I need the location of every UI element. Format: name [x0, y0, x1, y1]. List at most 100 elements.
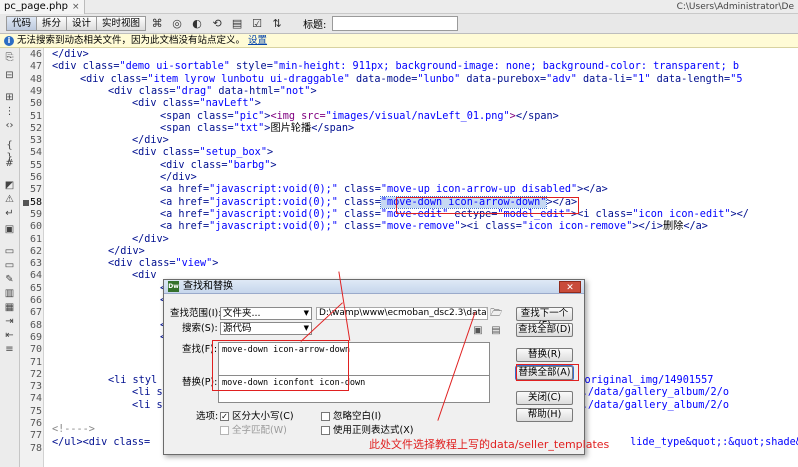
- code-line: </div>: [52, 49, 89, 60]
- find-textarea[interactable]: move-down icon-arrow-down: [218, 342, 490, 376]
- line-number: 70: [29, 344, 42, 356]
- folder-icon[interactable]: 🗁: [490, 308, 502, 319]
- search-type-select[interactable]: 源代码 ▼: [220, 322, 312, 335]
- line-number: 53: [29, 135, 42, 147]
- apply-comment-icon[interactable]: ▭: [3, 246, 16, 258]
- help-button[interactable]: 帮助(H): [516, 408, 573, 422]
- design-view-button[interactable]: 设计: [66, 16, 98, 31]
- code-line: <div class="drag" data-html="not">: [108, 85, 317, 97]
- code-line: <div class="setup_box">: [132, 147, 274, 159]
- line-number: 63: [29, 258, 42, 270]
- recent-snippets-icon[interactable]: ▥: [3, 288, 16, 300]
- line-number: 76: [29, 418, 42, 429]
- code-line: <span class="pic"><img src="images/visua…: [160, 110, 559, 122]
- document-tab[interactable]: pc_page.php ×: [0, 0, 85, 14]
- load-query-icon[interactable]: ▤: [490, 325, 502, 336]
- info-message: 无法搜索到动态相关文件，因为此文档没有站点定义。: [17, 35, 246, 46]
- move-css-icon[interactable]: ▦: [3, 302, 16, 314]
- selected-text[interactable]: "move-down icon-arrow-down": [379, 195, 548, 209]
- ignore-whitespace-checkbox[interactable]: [321, 412, 330, 421]
- browser-preview-icon[interactable]: ◐: [189, 16, 205, 31]
- line-number: 60: [29, 221, 42, 233]
- line-number: 51: [29, 110, 42, 122]
- inspect-icon[interactable]: ◎: [169, 16, 185, 31]
- save-query-icon[interactable]: ▣: [472, 325, 484, 336]
- line-number: 66: [29, 295, 42, 306]
- find-next-button[interactable]: 查找下一个(F): [516, 307, 573, 331]
- code-line: </div>: [132, 233, 169, 245]
- code-line: </div>: [160, 172, 197, 183]
- line-number: 54: [29, 147, 42, 159]
- select-parent-tag-icon[interactable]: ‹›: [3, 120, 16, 132]
- format-source-icon[interactable]: ≡: [3, 344, 16, 356]
- line-number: 47: [29, 61, 42, 73]
- line-number: 72: [29, 368, 42, 380]
- code-line: </div>: [108, 245, 145, 257]
- use-regex-label: 使用正则表达式(X): [333, 425, 414, 436]
- remove-comment-icon[interactable]: ▭: [3, 260, 16, 272]
- setup-link[interactable]: 设置: [248, 34, 267, 47]
- line-number: 78: [29, 442, 42, 454]
- visual-aids-icon[interactable]: ▤: [229, 16, 245, 31]
- search-type-value: 源代码: [223, 323, 252, 334]
- scope-label: 查找范围(I):: [170, 308, 222, 319]
- line-number: 68: [29, 319, 42, 331]
- refresh-icon[interactable]: ⟲: [209, 16, 225, 31]
- code-line: <a href="javascript:void(0);" class="mov…: [160, 208, 749, 220]
- code-line: <div class="demo ui-sortable" style="min…: [52, 61, 739, 73]
- info-in-code-icon[interactable]: ▣: [3, 224, 16, 236]
- dialog-title-bar[interactable]: Dw 查找和替换: [164, 280, 584, 294]
- replace-all-button[interactable]: 替换全部(A): [515, 365, 574, 381]
- replace-label: 替换(P):: [182, 377, 218, 388]
- line-number: 57: [29, 184, 42, 196]
- scope-select[interactable]: 文件夹... ▼: [220, 307, 312, 320]
- line-number: 74: [29, 393, 42, 405]
- line-number: 46: [29, 49, 42, 60]
- use-regex-checkbox[interactable]: [321, 426, 330, 435]
- close-tab-icon[interactable]: ×: [72, 0, 80, 14]
- indent-icon[interactable]: ⇥: [3, 316, 16, 328]
- line-number: 52: [29, 122, 42, 134]
- outdent-icon[interactable]: ⇤: [3, 330, 16, 342]
- info-bar: i 无法搜索到动态相关文件，因为此文档没有站点定义。 设置: [0, 34, 798, 48]
- word-wrap-icon[interactable]: ↵: [3, 208, 16, 220]
- folder-path-field[interactable]: D:\wamp\www\ecmoban_dsc2.3\data\seller_t…: [316, 307, 488, 320]
- code-view-button[interactable]: 代码: [6, 16, 38, 31]
- document-toolbar: 代码 拆分 设计 实时视图 ⌘ ◎ ◐ ⟲ ▤ ☑ ⇅ 标题:: [0, 14, 798, 34]
- find-label: 查找(F):: [182, 344, 218, 355]
- file-management-icon[interactable]: ⇅: [269, 16, 285, 31]
- line-number: 59: [29, 208, 42, 220]
- dreamweaver-logo-icon: Dw: [168, 281, 179, 292]
- title-label: 标题:: [303, 20, 327, 31]
- code-line: <span class="txt">图片轮播</span>: [160, 122, 355, 134]
- whole-word-checkbox[interactable]: [220, 426, 229, 435]
- syntax-error-icon[interactable]: ⚠: [3, 194, 16, 206]
- info-icon: i: [4, 35, 14, 46]
- close-button[interactable]: 关闭(C): [516, 391, 573, 405]
- find-all-button[interactable]: 查找全部(D): [516, 323, 573, 337]
- replace-button[interactable]: 替换(R): [516, 348, 573, 362]
- live-code-icon[interactable]: ⌘: [149, 16, 165, 31]
- document-path: C:\Users\Administrator\De: [676, 2, 794, 12]
- code-line: <a href="javascript:void(0);" class="mov…: [160, 195, 578, 209]
- expand-all-icon[interactable]: ⋮: [3, 106, 16, 118]
- split-view-button[interactable]: 拆分: [36, 16, 68, 31]
- line-number: 75: [29, 405, 42, 417]
- line-numbers-icon[interactable]: #: [3, 158, 16, 170]
- code-line: <div class="view">: [108, 258, 219, 270]
- collapse-tag-icon[interactable]: ⊟: [3, 70, 16, 82]
- line-number: 64: [29, 270, 42, 282]
- live-view-button[interactable]: 实时视图: [96, 16, 147, 31]
- scope-select-value: 文件夹...: [223, 308, 261, 319]
- open-documents-icon[interactable]: ⎘: [3, 52, 16, 64]
- wrap-tag-icon[interactable]: ✎: [3, 274, 16, 286]
- collapse-selection-icon[interactable]: ⊞: [3, 92, 16, 104]
- balance-braces-icon[interactable]: { }: [3, 140, 16, 163]
- line-number: 50: [29, 98, 42, 110]
- match-case-checkbox[interactable]: ✓: [220, 412, 229, 421]
- validate-icon[interactable]: ☑: [249, 16, 265, 31]
- title-input[interactable]: [332, 16, 459, 31]
- line-number: 67: [29, 307, 42, 319]
- dialog-close-button[interactable]: ✕: [559, 281, 581, 293]
- highlight-invalid-icon[interactable]: ◩: [3, 180, 16, 192]
